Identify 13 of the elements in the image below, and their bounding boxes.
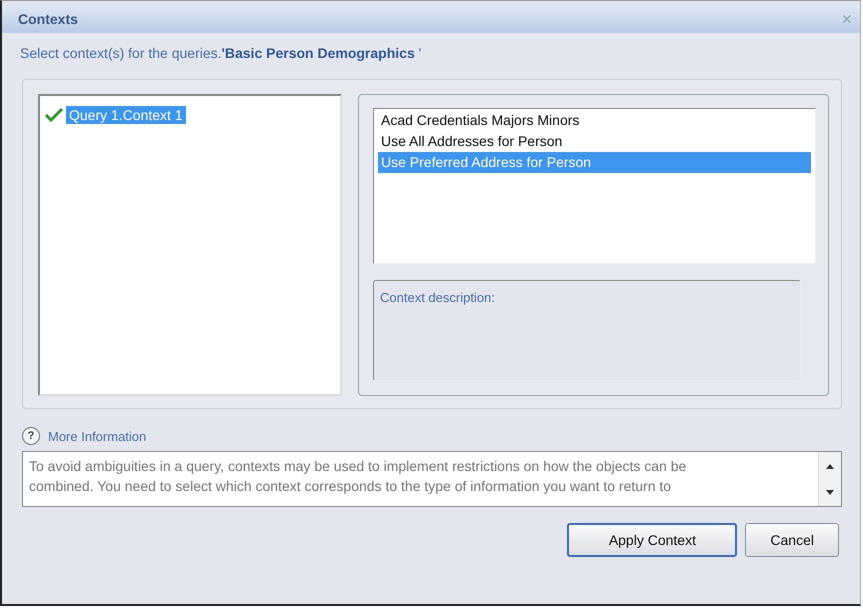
- information-text: To avoid ambiguities in a query, contexts may be used to implement restrictions on how the objects can be combined. You need to select which context corresponds to the type of information you want to return to: [28, 457, 688, 496]
- context-item[interactable]: Use All Addresses for Person: [378, 131, 811, 152]
- context-item[interactable]: Acad Credentials Majors Minors: [378, 110, 811, 131]
- help-icon[interactable]: ?: [22, 427, 40, 445]
- apply-button[interactable]: Apply Context: [567, 523, 738, 557]
- scrollbar[interactable]: [818, 452, 841, 506]
- more-information-link[interactable]: More Information: [48, 428, 146, 444]
- scroll-up-icon[interactable]: [826, 462, 834, 468]
- window-title: Contexts: [18, 11, 78, 27]
- description-label: Context description:: [380, 290, 495, 305]
- scroll-down-icon[interactable]: [826, 490, 834, 496]
- cancel-button[interactable]: Cancel: [745, 523, 839, 557]
- instruction-text: Select context(s) for the queries.'Basic Person Demographics ': [19, 44, 422, 63]
